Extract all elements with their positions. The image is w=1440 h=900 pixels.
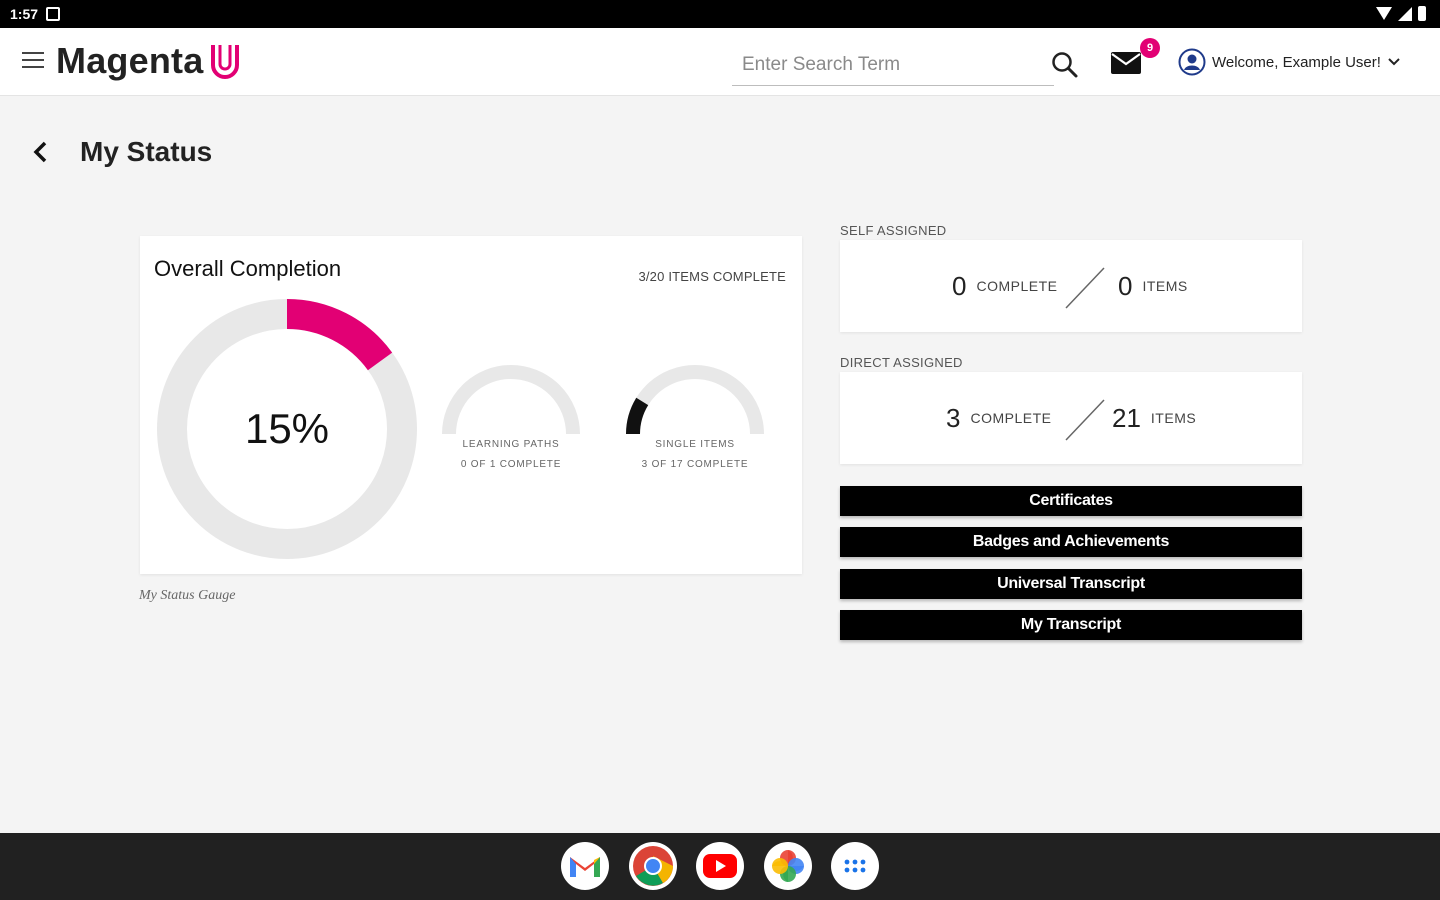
search-field[interactable] xyxy=(732,44,1054,86)
self-assigned-label: SELF ASSIGNED xyxy=(840,223,947,238)
battery-icon xyxy=(1418,6,1426,21)
direct-complete-count: 3 xyxy=(946,402,961,433)
my-transcript-button[interactable]: My Transcript xyxy=(840,610,1302,640)
back-arrow-icon[interactable] xyxy=(28,138,54,166)
overall-completion-title: Overall Completion xyxy=(154,256,342,281)
single-items-fill xyxy=(626,397,649,435)
app-drawer-icon[interactable] xyxy=(831,842,879,890)
self-assigned-card: 0 COMPLETE 0 ITEMS xyxy=(840,240,1302,332)
certificates-button[interactable]: Certificates xyxy=(840,486,1302,516)
chevron-down-icon xyxy=(1388,58,1400,66)
direct-items-count: 21 xyxy=(1112,402,1141,433)
self-complete-word: COMPLETE xyxy=(976,278,1058,294)
mail-icon[interactable] xyxy=(1110,48,1142,76)
direct-assigned-label: DIRECT ASSIGNED xyxy=(840,355,963,370)
gauge-caption: My Status Gauge xyxy=(139,588,236,603)
single-items-gauge xyxy=(626,365,764,435)
single-items-caption: SINGLE ITEMS 3 OF 17 COMPLETE xyxy=(605,435,785,475)
screenshot-notification-icon xyxy=(46,7,60,21)
direct-assigned-card: 3 COMPLETE 21 ITEMS xyxy=(840,372,1302,464)
status-bar: 1:57 xyxy=(0,0,1440,28)
user-menu[interactable]: Welcome, Example User! xyxy=(1178,46,1401,78)
learning-paths-caption: LEARNING PATHS 0 OF 1 COMPLETE xyxy=(421,435,601,475)
self-items-count: 0 xyxy=(1118,270,1133,301)
page-title: My Status xyxy=(80,136,213,167)
hamburger-menu-icon[interactable] xyxy=(22,52,44,70)
overall-percent-text: 15% xyxy=(244,405,330,452)
logo-u-mark-icon xyxy=(211,45,240,79)
user-avatar-icon xyxy=(1178,48,1206,76)
overall-completion-card: Overall Completion 3/20 ITEMS COMPLETE 1… xyxy=(140,236,802,574)
learning-paths-label: LEARNING PATHS xyxy=(462,439,560,450)
welcome-text: Welcome, Example User! xyxy=(1212,53,1381,71)
search-icon[interactable] xyxy=(1050,50,1080,80)
direct-assigned-items: 21 ITEMS xyxy=(1112,372,1196,464)
chrome-icon[interactable] xyxy=(629,842,677,890)
youtube-icon[interactable] xyxy=(696,842,744,890)
logo-text: Magenta xyxy=(56,40,204,81)
single-items-track xyxy=(626,365,764,435)
learning-paths-track xyxy=(442,365,580,435)
learning-paths-gauge xyxy=(442,365,580,435)
mail-count-badge: 9 xyxy=(1140,38,1160,58)
self-assigned-complete: 0 COMPLETE xyxy=(952,240,1057,332)
universal-transcript-button[interactable]: Universal Transcript xyxy=(840,569,1302,599)
system-icons xyxy=(1376,6,1426,21)
direct-items-word: ITEMS xyxy=(1150,410,1197,426)
badges-achievements-button[interactable]: Badges and Achievements xyxy=(840,527,1302,557)
android-dock xyxy=(0,833,1440,900)
single-items-label: SINGLE ITEMS xyxy=(655,439,735,450)
gmail-icon[interactable] xyxy=(561,842,609,890)
cell-signal-icon xyxy=(1398,6,1412,21)
self-complete-count: 0 xyxy=(952,270,967,301)
direct-complete-word: COMPLETE xyxy=(970,410,1052,426)
divider-slash xyxy=(1065,399,1105,441)
self-items-word: ITEMS xyxy=(1142,278,1188,294)
search-input[interactable] xyxy=(732,44,1054,85)
learning-paths-status: 0 OF 1 COMPLETE xyxy=(460,459,562,470)
self-assigned-items: 0 ITEMS xyxy=(1118,240,1188,332)
direct-assigned-complete: 3 COMPLETE xyxy=(946,372,1051,464)
app-header: Magenta 9 Welcome, Example User! xyxy=(0,28,1440,96)
status-time: 1:57 xyxy=(10,6,39,22)
wifi-icon xyxy=(1376,7,1392,20)
photos-icon[interactable] xyxy=(764,842,812,890)
magenta-u-logo[interactable]: Magenta xyxy=(56,40,241,82)
single-items-status: 3 OF 17 COMPLETE xyxy=(641,459,749,470)
divider-slash xyxy=(1065,267,1105,309)
items-complete-summary: 3/20 ITEMS COMPLETE xyxy=(638,269,786,284)
